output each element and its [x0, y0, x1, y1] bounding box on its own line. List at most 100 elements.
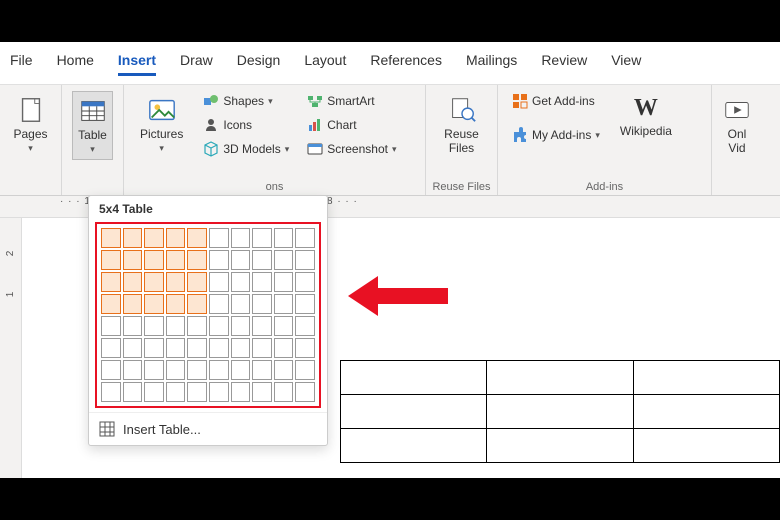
grid-cell[interactable]	[274, 294, 294, 314]
grid-cell[interactable]	[101, 360, 121, 380]
get-addins-button[interactable]: Get Add-ins	[508, 91, 604, 111]
grid-cell[interactable]	[101, 228, 121, 248]
grid-cell[interactable]	[295, 360, 315, 380]
grid-cell[interactable]	[187, 338, 207, 358]
tab-design[interactable]: Design	[237, 50, 281, 74]
grid-cell[interactable]	[144, 316, 164, 336]
pictures-button[interactable]: Pictures ▾	[134, 91, 189, 159]
grid-cell[interactable]	[187, 272, 207, 292]
table-size-grid[interactable]	[101, 228, 315, 402]
grid-cell[interactable]	[231, 338, 251, 358]
grid-cell[interactable]	[231, 250, 251, 270]
grid-cell[interactable]	[123, 360, 143, 380]
grid-cell[interactable]	[231, 360, 251, 380]
grid-cell[interactable]	[274, 272, 294, 292]
grid-cell[interactable]	[101, 316, 121, 336]
grid-cell[interactable]	[295, 250, 315, 270]
grid-cell[interactable]	[231, 382, 251, 402]
grid-cell[interactable]	[295, 338, 315, 358]
grid-cell[interactable]	[295, 272, 315, 292]
tab-references[interactable]: References	[370, 50, 442, 74]
table-cell[interactable]	[341, 361, 487, 395]
table-button[interactable]: Table ▾	[72, 91, 113, 160]
grid-cell[interactable]	[101, 272, 121, 292]
grid-cell[interactable]	[166, 316, 186, 336]
grid-cell[interactable]	[101, 338, 121, 358]
grid-cell[interactable]	[166, 338, 186, 358]
grid-cell[interactable]	[231, 228, 251, 248]
grid-cell[interactable]	[231, 316, 251, 336]
grid-cell[interactable]	[209, 294, 229, 314]
tab-mailings[interactable]: Mailings	[466, 50, 517, 74]
grid-cell[interactable]	[209, 272, 229, 292]
grid-cell[interactable]	[252, 316, 272, 336]
grid-cell[interactable]	[144, 338, 164, 358]
grid-cell[interactable]	[101, 250, 121, 270]
grid-cell[interactable]	[274, 250, 294, 270]
grid-cell[interactable]	[187, 250, 207, 270]
grid-cell[interactable]	[274, 360, 294, 380]
grid-cell[interactable]	[144, 228, 164, 248]
grid-cell[interactable]	[144, 360, 164, 380]
grid-cell[interactable]	[123, 272, 143, 292]
chart-button[interactable]: Chart	[303, 115, 400, 135]
grid-cell[interactable]	[123, 294, 143, 314]
grid-cell[interactable]	[123, 228, 143, 248]
tab-insert[interactable]: Insert	[118, 50, 156, 74]
grid-cell[interactable]	[123, 250, 143, 270]
grid-cell[interactable]	[252, 294, 272, 314]
insert-table-item[interactable]: Insert Table...	[89, 412, 327, 445]
grid-cell[interactable]	[209, 316, 229, 336]
vertical-ruler[interactable]: 2 1	[0, 218, 22, 478]
grid-cell[interactable]	[187, 228, 207, 248]
pages-button[interactable]: Pages ▾	[10, 91, 51, 158]
grid-cell[interactable]	[231, 272, 251, 292]
online-video-button[interactable]: Onl Vid	[722, 91, 752, 159]
grid-cell[interactable]	[187, 382, 207, 402]
grid-cell[interactable]	[166, 382, 186, 402]
shapes-button[interactable]: Shapes▾	[199, 91, 293, 111]
grid-cell[interactable]	[187, 294, 207, 314]
table-cell[interactable]	[341, 429, 487, 463]
grid-cell[interactable]	[144, 250, 164, 270]
my-addins-button[interactable]: My Add-ins▾	[508, 125, 604, 145]
grid-cell[interactable]	[101, 382, 121, 402]
tab-layout[interactable]: Layout	[304, 50, 346, 74]
grid-cell[interactable]	[209, 250, 229, 270]
grid-cell[interactable]	[274, 338, 294, 358]
grid-cell[interactable]	[231, 294, 251, 314]
grid-cell[interactable]	[295, 382, 315, 402]
grid-cell[interactable]	[295, 228, 315, 248]
grid-cell[interactable]	[187, 360, 207, 380]
grid-cell[interactable]	[144, 382, 164, 402]
smartart-button[interactable]: SmartArt	[303, 91, 400, 111]
grid-cell[interactable]	[252, 338, 272, 358]
document-table[interactable]	[340, 360, 780, 463]
table-cell[interactable]	[633, 429, 779, 463]
tab-draw[interactable]: Draw	[180, 50, 213, 74]
tab-home[interactable]: Home	[57, 50, 94, 74]
grid-cell[interactable]	[274, 316, 294, 336]
grid-cell[interactable]	[209, 338, 229, 358]
grid-cell[interactable]	[144, 272, 164, 292]
table-cell[interactable]	[633, 361, 779, 395]
grid-cell[interactable]	[123, 338, 143, 358]
grid-cell[interactable]	[209, 228, 229, 248]
grid-cell[interactable]	[274, 228, 294, 248]
table-cell[interactable]	[633, 395, 779, 429]
tab-review[interactable]: Review	[541, 50, 587, 74]
table-cell[interactable]	[341, 395, 487, 429]
grid-cell[interactable]	[144, 294, 164, 314]
grid-cell[interactable]	[295, 316, 315, 336]
grid-cell[interactable]	[166, 294, 186, 314]
grid-cell[interactable]	[123, 316, 143, 336]
wikipedia-button[interactable]: W Wikipedia	[614, 91, 678, 145]
tab-view[interactable]: View	[611, 50, 641, 74]
grid-cell[interactable]	[166, 228, 186, 248]
table-cell[interactable]	[487, 395, 633, 429]
grid-cell[interactable]	[187, 316, 207, 336]
grid-cell[interactable]	[252, 360, 272, 380]
tab-file[interactable]: File	[10, 50, 33, 74]
grid-cell[interactable]	[209, 382, 229, 402]
grid-cell[interactable]	[101, 294, 121, 314]
